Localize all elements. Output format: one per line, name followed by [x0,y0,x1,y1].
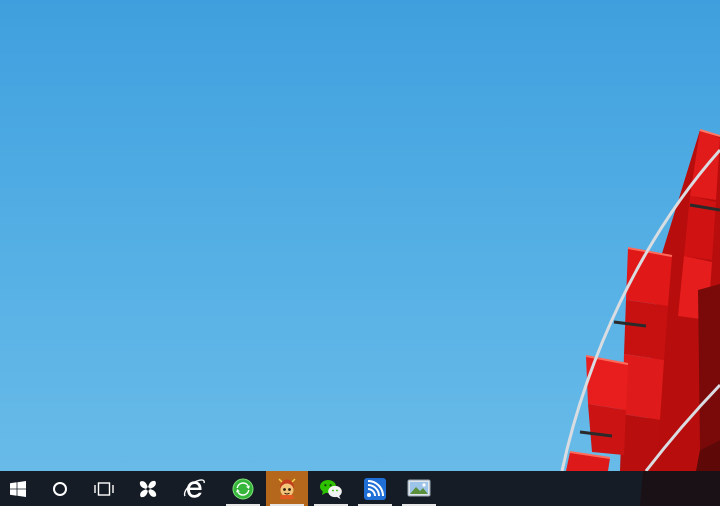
wifi-broadcast-icon [364,477,386,500]
task-view-icon [94,481,114,496]
red-building-facade [566,129,720,506]
cortana-circle-icon [53,481,67,496]
green-refresh-app-icon [232,478,254,499]
taskbar-app-green-refresh[interactable] [222,471,264,506]
taskbar-app-character[interactable] [266,471,308,506]
photo-viewer-icon [407,479,431,496]
taskbar-app-wechat[interactable] [310,471,352,506]
windows-logo-icon [10,480,26,497]
wallpaper-image [560,129,720,506]
pinwheel-app-icon [139,480,157,497]
taskbar-app-photo-viewer[interactable] [398,471,440,506]
desktop [0,0,720,506]
taskbar-app-pinwheel[interactable] [128,471,168,506]
start-button[interactable] [0,471,36,506]
character-app-icon [278,477,296,499]
wechat-icon [320,479,342,499]
taskbar-app-internet-explorer[interactable] [174,471,214,506]
task-view-button[interactable] [84,471,124,506]
search-button[interactable] [40,471,80,506]
taskbar-app-wifi[interactable] [354,471,396,506]
internet-explorer-icon [183,478,205,498]
taskbar [0,471,720,506]
